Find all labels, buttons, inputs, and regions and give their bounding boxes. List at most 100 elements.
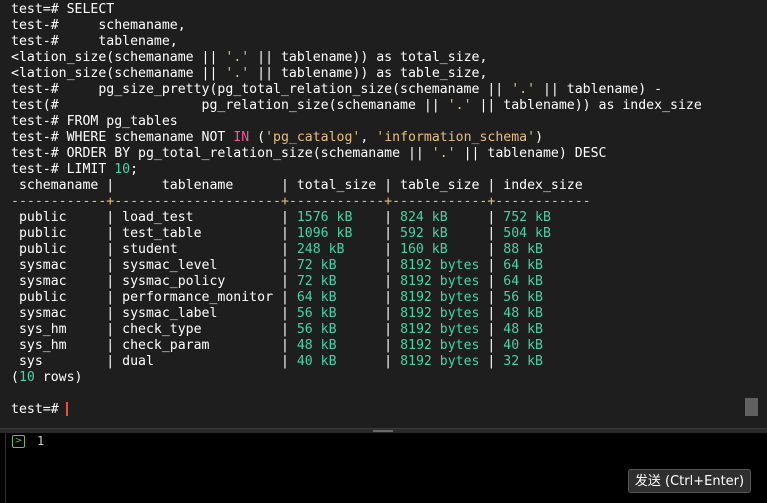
terminal-text: 48 kB [503,306,543,321]
terminal-line: public | load_test | 1576 kB | 824 kB | … [11,210,551,226]
terminal-text: rows) [34,370,83,385]
editor-line-number: 1 [37,434,45,448]
terminal-line: test-# pg_size_pretty(pg_total_relation_… [11,82,662,98]
terminal-text: test-# ORDER BY pg_total_relation_size(s… [11,146,432,161]
terminal-text: sysmac | sysmac_policy | [11,274,297,289]
terminal-text: || tablename)) as index_size [471,98,702,113]
terminal-text: 64 kB [503,258,543,273]
terminal-text: sysmac | sysmac_label | [11,306,297,321]
terminal-text: 64 kB [503,274,543,289]
terminal-text: public | student | [11,242,297,257]
terminal-text: | [479,290,504,305]
terminal-text: | [336,258,401,273]
terminal-text: test=# SELECT [11,2,115,17]
terminal-text: | [479,306,504,321]
terminal-text: | [447,242,504,257]
terminal-text: 56 kB [296,322,337,337]
terminal-text: sys_hm | check_param | [11,338,297,353]
terminal-text: | [479,338,504,353]
terminal-line: test-# ORDER BY pg_total_relation_size(s… [11,146,606,162]
terminal-text: 824 kB [400,210,448,225]
terminal-text: | [336,290,401,305]
terminal-text: 1096 kB [296,226,353,241]
terminal-text: public | performance_monitor | [11,290,297,305]
terminal-text: '.' [447,98,472,113]
terminal-text: ( [11,370,19,385]
send-button[interactable]: 发送 (Ctrl+Enter) [628,469,751,493]
scrollbar-thumb[interactable] [745,398,758,416]
terminal-text: ; [130,162,139,177]
terminal-text: <lation_size(schemaname || [11,50,226,65]
terminal-text: | [336,322,401,337]
terminal-text: | [344,242,401,257]
terminal-line: sysmac | sysmac_level | 72 kB | 8192 byt… [11,258,543,274]
text-cursor [66,402,68,416]
terminal-text: | [447,210,504,225]
terminal-text: test-# LIMIT [11,162,115,177]
terminal-text: , [360,130,377,145]
terminal-text: <lation_size(schemaname || [11,66,226,81]
terminal-text: || tablename)) as table_size, [249,66,488,81]
terminal-line: test-# WHERE schemaname NOT IN ('pg_cata… [11,130,543,146]
terminal-line: public | performance_monitor | 64 kB | 8… [11,290,543,306]
terminal-text: || tablename) DESC [455,146,607,161]
terminal-line: ------------+---------------------+-----… [11,194,591,210]
terminal-line: public | student | 248 kB | 160 kB | 88 … [11,242,543,258]
terminal-line: sys | dual | 40 kB | 8192 bytes | 32 kB [11,354,543,370]
terminal-line: <lation_size(schemaname || '.' || tablen… [11,50,487,66]
terminal-text: 88 kB [503,242,543,257]
terminal-output[interactable]: test=# SELECT test-# schemaname, test-# ta… [0,0,767,428]
terminal-text: 'information_schema' [376,130,536,145]
terminal-text: 8192 bytes [400,338,480,353]
terminal-text: 72 kB [296,258,337,273]
editor-gutter-divider [5,433,6,503]
terminal-text: '.' [225,66,250,81]
terminal-text: 8192 bytes [400,354,480,369]
terminal-text: | [447,226,504,241]
terminal-line: public | test_table | 1096 kB | 592 kB |… [11,226,551,242]
terminal-text: '.' [511,82,536,97]
terminal-text: ( [249,130,266,145]
terminal-line: test-# tablename, [11,34,178,50]
terminal-line: sysmac | sysmac_policy | 72 kB | 8192 by… [11,274,543,290]
terminal-text: 8192 bytes [400,274,480,289]
terminal-text: 1576 kB [296,210,353,225]
terminal-text: | [479,258,504,273]
terminal-line: test=# SELECT [11,2,114,18]
terminal-line: test=# [11,402,67,418]
terminal-text: test-# tablename, [11,34,178,49]
terminal-text: 160 kB [400,242,448,257]
terminal-text: | [336,338,401,353]
terminal-text: | [336,274,401,289]
terminal-text: 48 kB [503,322,543,337]
terminal-text: 48 kB [296,338,337,353]
terminal-text: 8192 bytes [400,322,480,337]
terminal-text: 8192 bytes [400,306,480,321]
terminal-line: test-# LIMIT 10; [11,162,138,178]
terminal-text: ------------+---------------------+-----… [11,194,591,209]
terminal-text: '.' [431,146,456,161]
terminal-line: <lation_size(schemaname || '.' || tablen… [11,66,487,82]
terminal-text: 56 kB [503,290,543,305]
terminal-text: | [479,322,504,337]
terminal-text: public | test_table | [11,226,297,241]
terminal-line: test-# schemaname, [11,18,186,34]
terminal-text: | [336,354,401,369]
terminal-text: 10 [18,370,35,385]
terminal-text: public | load_test | [11,210,297,225]
terminal-text: 64 kB [296,290,337,305]
terminal-text: 40 kB [503,338,543,353]
terminal-text: IN [233,130,250,145]
terminal-line: (10 rows) [11,370,82,386]
terminal-text: test-# schemaname, [11,18,186,33]
terminal-text: | [352,226,401,241]
terminal-text: ) [535,130,544,145]
resize-grip-icon[interactable] [373,430,393,432]
terminal-text: 10 [114,162,131,177]
terminal-line: schemaname | tablename | total_size | ta… [11,178,583,194]
terminal-text: '.' [225,50,250,65]
terminal-text: || tablename)) as total_size, [249,50,488,65]
terminal-text: 40 kB [296,354,337,369]
terminal-text: schemaname | tablename | total_size | ta… [11,178,583,193]
terminal-text: 'pg_catalog' [265,130,361,145]
